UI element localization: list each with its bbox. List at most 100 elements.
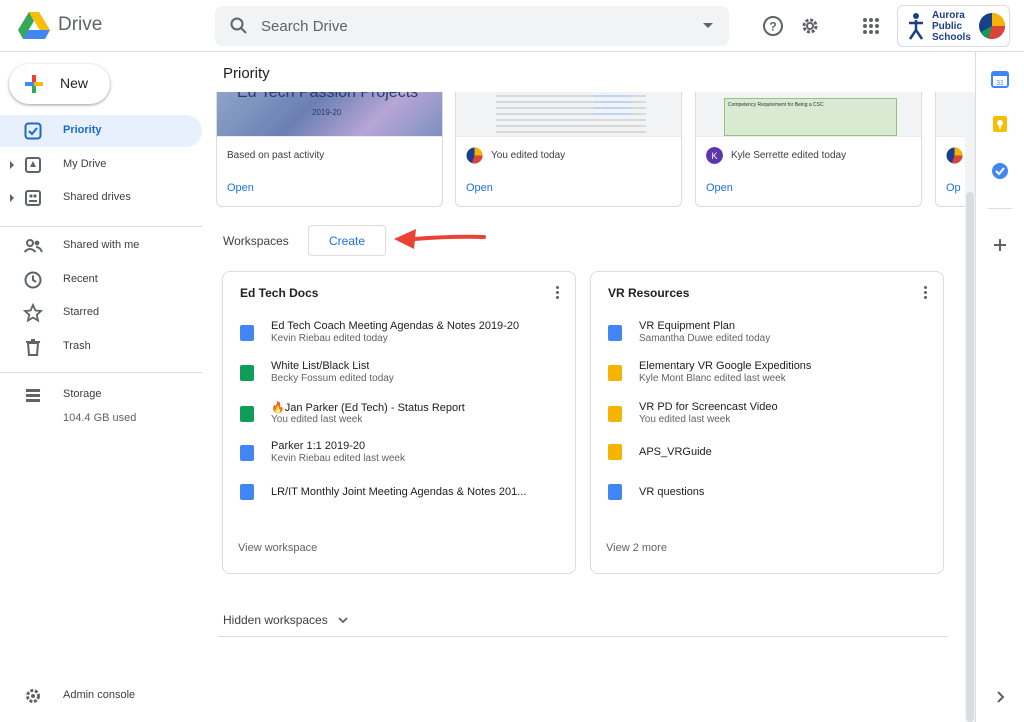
spreadsheet-preview: [496, 95, 646, 133]
sidebar-item-shared-with-me[interactable]: Shared with me: [0, 230, 202, 262]
workspace-card-ed-tech-docs[interactable]: Ed Tech Docs Ed Tech Coach Meeting Agend…: [222, 271, 576, 574]
workspace-file[interactable]: VR Equipment Plan Samantha Duwe edited t…: [591, 320, 943, 358]
file-name: Parker 1:1 2019-20: [271, 440, 366, 452]
user-avatar-icon: [466, 147, 483, 164]
workspace-file[interactable]: Parker 1:1 2019-20 Kevin Riebau edited l…: [223, 440, 575, 478]
create-workspace-button[interactable]: Create: [308, 225, 386, 256]
sidebar-item-storage[interactable]: Storage: [0, 379, 202, 411]
svg-text:?: ?: [769, 20, 776, 34]
sidebar-item-recent[interactable]: Recent: [0, 264, 202, 296]
section-divider: [218, 636, 948, 637]
open-link[interactable]: Open: [227, 182, 254, 194]
app-name: Drive: [58, 14, 103, 35]
account-avatar-icon[interactable]: [978, 12, 1006, 40]
workspaces-heading: Workspaces: [223, 234, 289, 248]
workspace-file[interactable]: White List/Black List Becky Fossum edite…: [223, 360, 575, 398]
open-link[interactable]: Op: [946, 182, 961, 194]
sidebar-item-label: Recent: [63, 273, 98, 285]
more-vert-icon[interactable]: [555, 286, 559, 300]
search-icon[interactable]: [229, 16, 249, 36]
view-more-link[interactable]: View 2 more: [606, 542, 667, 554]
file-activity: Becky Fossum edited today: [271, 373, 394, 384]
trash-icon: [26, 339, 40, 356]
docs-icon: [240, 325, 254, 341]
file-activity: You edited last week: [271, 414, 363, 425]
file-name: Ed Tech Coach Meeting Agendas & Notes 20…: [271, 320, 520, 332]
file-name: VR PD for Screencast Video: [639, 401, 778, 413]
workspace-file[interactable]: LR/IT Monthly Joint Meeting Agendas & No…: [223, 479, 575, 517]
file-name: LR/IT Monthly Joint Meeting Agendas & No…: [271, 486, 527, 498]
chevron-down-icon[interactable]: [337, 614, 349, 626]
user-avatar-icon: K: [706, 147, 723, 164]
page-title: Priority: [223, 65, 270, 82]
top-header: Drive ?: [0, 0, 1024, 52]
open-link[interactable]: Open: [706, 182, 733, 194]
workspace-title: Ed Tech Docs: [240, 286, 319, 300]
file-activity: Kevin Riebau edited today: [271, 333, 388, 344]
keep-icon[interactable]: [991, 115, 1009, 133]
search-options-dropdown-icon[interactable]: [703, 23, 713, 28]
quick-access-card[interactable]: Ed Tech Passion Projects 2019-20 Based o…: [216, 92, 443, 207]
file-name: White List/Black List: [271, 360, 370, 372]
drive-logo-icon[interactable]: [18, 12, 50, 40]
red-arrow-annotation-icon: [394, 229, 486, 249]
docs-icon: [240, 445, 254, 461]
thumbnail-subtitle: 2019-20: [312, 108, 342, 117]
settings-gear-icon[interactable]: [798, 14, 822, 38]
open-link[interactable]: Open: [466, 182, 493, 194]
hidden-workspaces-toggle[interactable]: Hidden workspaces: [223, 613, 328, 627]
card-activity: Kyle Serrette edited today: [731, 150, 847, 161]
tasks-icon[interactable]: [991, 162, 1009, 180]
sheets-icon: [240, 365, 254, 381]
workspace-file[interactable]: Ed Tech Coach Meeting Agendas & Notes 20…: [223, 320, 575, 358]
card-activity: Based on past activity: [227, 150, 325, 161]
slides-icon: [608, 444, 622, 460]
expand-arrow-icon[interactable]: [10, 194, 14, 202]
sidebar-item-shared-drives[interactable]: Shared drives: [0, 182, 202, 214]
scrollbar-thumb[interactable]: [966, 192, 974, 722]
storage-icon: [26, 389, 40, 402]
workspace-file[interactable]: 🔥Jan Parker (Ed Tech) - Status Report Yo…: [223, 401, 575, 439]
sidebar-item-label: Shared with me: [63, 239, 140, 251]
sidebar-item-admin-console[interactable]: Admin console: [0, 680, 202, 712]
main-content: Priority Ed Tech Passion Projects 2019-2…: [202, 52, 975, 722]
card-divider: [456, 136, 681, 137]
sidebar-item-trash[interactable]: Trash: [0, 331, 202, 363]
add-addon-plus-icon[interactable]: [991, 236, 1009, 254]
priority-icon: [24, 122, 42, 140]
workspace-file[interactable]: VR PD for Screencast Video You edited la…: [591, 401, 943, 439]
workspace-file[interactable]: APS_VRGuide: [591, 439, 943, 477]
file-thumbnail: Ed Tech Passion Projects 2019-20: [217, 92, 442, 136]
sidebar-item-priority[interactable]: Priority: [0, 115, 202, 147]
plus-icon: [25, 75, 43, 93]
help-icon[interactable]: ?: [761, 14, 785, 38]
expand-arrow-icon[interactable]: [10, 161, 14, 169]
search-bar[interactable]: [215, 6, 729, 46]
quick-access-card[interactable]: Competency Requirement for Being a CSC K…: [695, 92, 922, 207]
view-workspace-link[interactable]: View workspace: [238, 542, 317, 554]
card-divider: [696, 136, 921, 137]
sheets-icon: [240, 406, 254, 422]
sidebar-item-starred[interactable]: Starred: [0, 297, 202, 329]
chevron-right-icon[interactable]: [991, 688, 1009, 706]
sidebar-divider: [0, 372, 202, 373]
sidebar-item-label: Shared drives: [63, 191, 131, 203]
clock-icon: [24, 271, 42, 289]
search-input[interactable]: [261, 6, 681, 46]
workspace-file[interactable]: VR questions: [591, 479, 943, 517]
sidebar-item-my-drive[interactable]: My Drive: [0, 149, 202, 181]
docs-icon: [608, 484, 622, 500]
file-activity: You edited last week: [639, 414, 731, 425]
more-vert-icon[interactable]: [923, 286, 927, 300]
file-name: Elementary VR Google Expeditions: [639, 360, 812, 372]
account-badge[interactable]: Aurora Public Schools: [897, 5, 1010, 47]
calendar-icon[interactable]: 31: [991, 70, 1009, 88]
storage-used-text: 104.4 GB used: [63, 412, 137, 424]
apps-grid-icon[interactable]: [859, 14, 883, 38]
quick-access-card[interactable]: You edited today Open: [455, 92, 682, 207]
workspace-card-vr-resources[interactable]: VR Resources VR Equipment Plan Samantha …: [590, 271, 944, 574]
workspace-file[interactable]: Elementary VR Google Expeditions Kyle Mo…: [591, 360, 943, 398]
file-activity: Kevin Riebau edited last week: [271, 453, 405, 464]
new-button[interactable]: New: [9, 64, 110, 104]
drive-app: Drive ?: [0, 0, 1024, 722]
